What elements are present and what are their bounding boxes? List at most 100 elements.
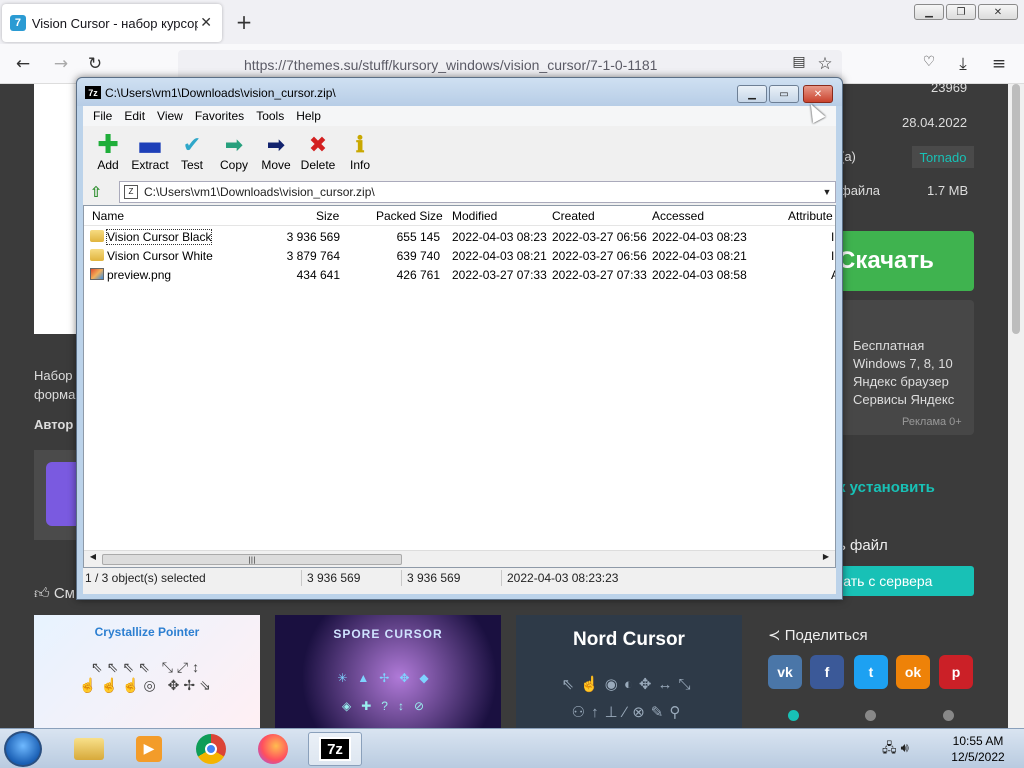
info-label: Info: [349, 158, 370, 172]
twitter-share-button[interactable]: t: [854, 655, 888, 689]
menu-edit[interactable]: Edit: [118, 109, 151, 123]
maximize-button[interactable]: ▭: [769, 85, 799, 103]
server-download-button[interactable]: чать с сервера: [836, 566, 974, 596]
info-icon: ℹ: [355, 132, 365, 158]
close-button[interactable]: ✕: [803, 85, 833, 103]
info-button[interactable]: ℹ Info: [339, 126, 381, 174]
tray-icons: 🖧︎ 🔊︎: [882, 739, 909, 761]
download-button[interactable]: Скачать: [836, 231, 974, 291]
scroll-left-icon[interactable]: ◀: [86, 552, 100, 561]
pinterest-share-button[interactable]: p: [939, 655, 973, 689]
odnoklassniki-share-button[interactable]: ok: [896, 655, 930, 689]
taskbar-explorer-button[interactable]: [62, 732, 116, 766]
media-player-icon: ▶: [136, 736, 162, 762]
address-text[interactable]: C:\Users\vm1\Downloads\vision_cursor.zip…: [144, 185, 375, 199]
taskbar-media-player-button[interactable]: ▶: [122, 732, 176, 766]
folder-icon: [90, 230, 104, 242]
address-combobox[interactable]: Z C:\Users\vm1\Downloads\vision_cursor.z…: [118, 180, 836, 203]
page-scrollbar[interactable]: [1008, 84, 1024, 728]
column-header-accessed[interactable]: Accessed: [652, 209, 704, 223]
browser-tab[interactable]: 7 Vision Cursor - набор курсоров ✕: [2, 4, 222, 42]
bookmark-star-icon[interactable]: ☆: [814, 54, 836, 74]
table-row[interactable]: Vision Cursor White 3 879 764 639 740 20…: [84, 246, 835, 265]
author-link[interactable]: Tornado: [912, 146, 974, 168]
file-list[interactable]: Name Size Packed Size Modified Created A…: [83, 205, 836, 568]
move-button[interactable]: ➡ Move: [255, 126, 297, 174]
folder-icon: [74, 738, 104, 760]
file-size: 1.7 MB: [927, 183, 969, 198]
chevron-down-icon[interactable]: ▼: [819, 187, 835, 197]
menu-bar: File Edit View Favorites Tools Help: [83, 106, 836, 126]
carousel-dot[interactable]: [788, 710, 799, 721]
column-header-name[interactable]: Name: [92, 209, 124, 223]
menu-view[interactable]: View: [151, 109, 189, 123]
thumbnail-spore[interactable]: SPORE CURSOR ✳▲✢✥◆ ◈✚?↕⊘: [275, 615, 501, 728]
tab-close-icon[interactable]: ✕: [198, 15, 214, 31]
extract-button[interactable]: ▬ Extract: [129, 126, 171, 174]
minus-icon: ▬: [136, 128, 164, 162]
new-tab-button[interactable]: +: [232, 10, 256, 34]
back-icon[interactable]: ←: [12, 54, 34, 74]
move-arrow-icon: ➡: [266, 132, 286, 158]
column-header-created[interactable]: Created: [552, 209, 595, 223]
thumbnail-crystallize[interactable]: Crystallize Pointer ⇖⇖⇖⇖ ⤡⤢↕ ☝☝☝◎ ✥✢⇘: [34, 615, 260, 728]
file-attributes: A: [831, 268, 835, 282]
menu-icon[interactable]: ≡: [988, 54, 1010, 74]
column-header-packed-size[interactable]: Packed Size: [376, 209, 443, 223]
minimize-button[interactable]: ▁: [737, 85, 767, 103]
author-heading: Автор: [34, 417, 74, 432]
folder-up-icon[interactable]: ⇧: [85, 181, 107, 203]
carousel-dot[interactable]: [865, 710, 876, 721]
test-button[interactable]: ✔ Test: [171, 126, 213, 174]
taskbar-sevenzip-button[interactable]: 7z: [308, 732, 362, 766]
address-bar: ⇧ Z C:\Users\vm1\Downloads\vision_cursor…: [83, 179, 836, 204]
scrollbar-thumb[interactable]: |||: [102, 554, 402, 565]
pocket-icon[interactable]: ♡: [918, 54, 940, 70]
table-row[interactable]: preview.png 434 641 426 761 2022-03-27 0…: [84, 265, 835, 284]
menu-favorites[interactable]: Favorites: [189, 109, 250, 123]
network-icon[interactable]: 🖧︎: [882, 741, 897, 756]
close-window-button[interactable]: ✕: [978, 4, 1018, 20]
start-button[interactable]: [4, 731, 42, 767]
menu-tools[interactable]: Tools: [250, 109, 290, 123]
forward-icon[interactable]: →: [50, 54, 72, 74]
downloads-icon[interactable]: ⤓: [952, 54, 974, 74]
extract-label: Extract: [131, 158, 169, 172]
url-bar[interactable]: https://7themes.su/stuff/kursory_windows…: [178, 50, 842, 80]
reload-icon[interactable]: ↻: [84, 54, 106, 74]
system-clock[interactable]: 10:55 AM 12/5/2022: [940, 733, 1016, 765]
facebook-share-button[interactable]: f: [810, 655, 844, 689]
cursor-preview-icons: ⇖⇖⇖⇖ ⤡⤢↕: [90, 659, 204, 675]
taskbar-chrome-button[interactable]: [184, 732, 238, 766]
add-button[interactable]: ✚ Add: [87, 126, 129, 174]
scroll-right-icon[interactable]: ▶: [819, 552, 833, 561]
menu-help[interactable]: Help: [290, 109, 327, 123]
copy-button[interactable]: ➡ Copy: [213, 126, 255, 174]
table-row[interactable]: Vision Cursor Black 3 936 569 655 145 20…: [84, 227, 835, 246]
page-scrollbar-thumb[interactable]: [1012, 84, 1020, 334]
thumbnail-nord[interactable]: Nord Cursor ⇖☝◉◐✥↔⤡ ⚇↑⊥∕⊗✎⚲: [516, 615, 742, 728]
file-created: 2022-03-27 06:56: [552, 249, 647, 263]
volume-icon[interactable]: 🔊︎: [901, 741, 909, 756]
vk-share-button[interactable]: vk: [768, 655, 802, 689]
publish-date: 28.04.2022: [902, 115, 968, 130]
minimize-button[interactable]: ▁: [914, 4, 944, 20]
url-text[interactable]: https://7themes.su/stuff/kursory_windows…: [244, 57, 657, 73]
ad-line: Сервисы Яндекс: [853, 392, 955, 407]
column-header-size[interactable]: Size: [316, 209, 339, 223]
file-created: 2022-03-27 06:56: [552, 230, 647, 244]
thumbnail-title: Nord Cursor: [573, 629, 685, 650]
menu-file[interactable]: File: [87, 109, 118, 123]
delete-button[interactable]: ✖ Delete: [297, 126, 339, 174]
carousel-dot[interactable]: [943, 710, 954, 721]
reader-view-icon[interactable]: ▤: [788, 54, 810, 70]
taskbar-firefox-button[interactable]: [246, 732, 300, 766]
column-header-attributes[interactable]: Attribute: [788, 209, 833, 223]
install-link[interactable]: к установить: [838, 479, 935, 496]
restore-button[interactable]: ❐: [946, 4, 976, 20]
test-label: Test: [180, 158, 203, 172]
status-modified: 2022-04-03 08:23:23: [507, 571, 619, 585]
sevenzip-title-bar[interactable]: 7z C:\Users\vm1\Downloads\vision_cursor.…: [77, 78, 842, 106]
horizontal-scrollbar[interactable]: ◀ ||| ▶: [84, 550, 835, 567]
column-header-modified[interactable]: Modified: [452, 209, 497, 223]
